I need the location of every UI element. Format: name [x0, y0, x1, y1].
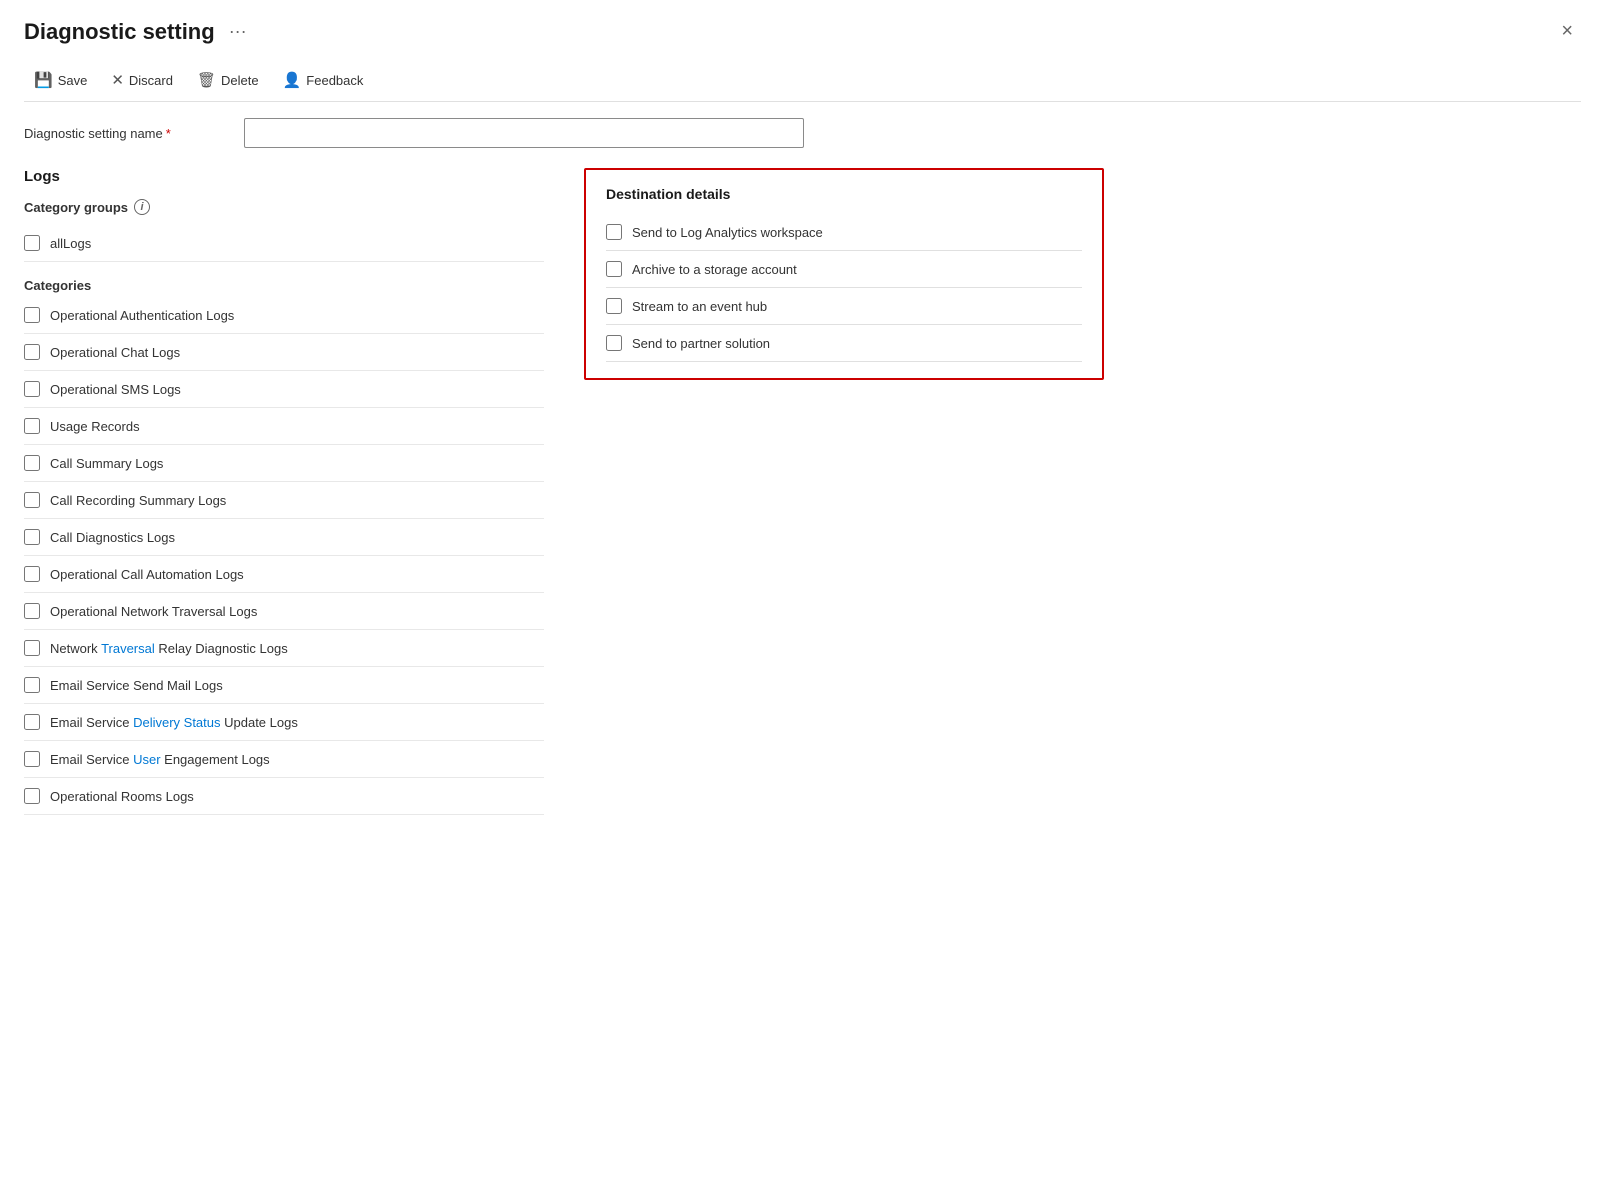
- logs-section-title: Logs: [24, 168, 544, 185]
- list-item: Usage Records: [24, 408, 544, 445]
- cat5-checkbox[interactable]: [24, 455, 40, 471]
- categories-section: Categories Operational Authentication Lo…: [24, 278, 544, 815]
- diagnostic-name-input[interactable]: [244, 118, 804, 148]
- list-item: Operational Rooms Logs: [24, 778, 544, 815]
- list-item: Operational SMS Logs: [24, 371, 544, 408]
- all-logs-label[interactable]: allLogs: [50, 236, 91, 251]
- cat2-checkbox[interactable]: [24, 344, 40, 360]
- cat2-label: Operational Chat Logs: [50, 345, 180, 360]
- destination-details-box: Destination details Send to Log Analytic…: [584, 168, 1104, 380]
- required-star: *: [166, 126, 171, 141]
- discard-icon: ✕: [111, 71, 124, 89]
- save-icon: 💾: [34, 71, 53, 89]
- dest2-checkbox[interactable]: [606, 261, 622, 277]
- dest4-checkbox[interactable]: [606, 335, 622, 351]
- cat7-checkbox[interactable]: [24, 529, 40, 545]
- dest3-item: Stream to an event hub: [606, 288, 1082, 325]
- list-item: Email Service User Engagement Logs: [24, 741, 544, 778]
- toolbar: 💾 Save ✕ Discard 🗑 Delete 👤 Feedback: [24, 59, 1581, 102]
- list-item: Operational Chat Logs: [24, 334, 544, 371]
- save-label: Save: [58, 73, 88, 88]
- cat7-label: Call Diagnostics Logs: [50, 530, 175, 545]
- list-item: Operational Network Traversal Logs: [24, 593, 544, 630]
- cat6-checkbox[interactable]: [24, 492, 40, 508]
- ellipsis-button[interactable]: ···: [223, 19, 253, 44]
- cat4-checkbox[interactable]: [24, 418, 40, 434]
- list-item: Network Traversal Relay Diagnostic Logs: [24, 630, 544, 667]
- cat13-highlight: User: [133, 752, 160, 767]
- save-button[interactable]: 💾 Save: [24, 67, 97, 93]
- diagnostic-name-row: Diagnostic setting name*: [24, 118, 1581, 148]
- header: Diagnostic setting ··· ×: [24, 16, 1581, 47]
- feedback-icon: 👤: [283, 71, 302, 89]
- dest1-item: Send to Log Analytics workspace: [606, 214, 1082, 251]
- all-logs-checkbox[interactable]: [24, 235, 40, 251]
- cat4-label: Usage Records: [50, 419, 140, 434]
- delete-label: Delete: [221, 73, 259, 88]
- cat9-checkbox[interactable]: [24, 603, 40, 619]
- cat6-label: Call Recording Summary Logs: [50, 493, 226, 508]
- dest2-label[interactable]: Archive to a storage account: [632, 262, 797, 277]
- cat5-label: Call Summary Logs: [50, 456, 163, 471]
- category-groups-info-icon[interactable]: i: [134, 199, 150, 215]
- cat3-label: Operational SMS Logs: [50, 382, 181, 397]
- cat11-checkbox[interactable]: [24, 677, 40, 693]
- list-item: Email Service Delivery Status Update Log…: [24, 704, 544, 741]
- dest4-item: Send to partner solution: [606, 325, 1082, 362]
- dest4-label[interactable]: Send to partner solution: [632, 336, 770, 351]
- dest2-item: Archive to a storage account: [606, 251, 1082, 288]
- list-item: Email Service Send Mail Logs: [24, 667, 544, 704]
- discard-button[interactable]: ✕ Discard: [101, 67, 183, 93]
- cat13-label: Email Service User Engagement Logs: [50, 752, 270, 767]
- main-content: Logs Category groups i allLogs Categorie…: [24, 168, 1581, 815]
- list-item: Call Recording Summary Logs: [24, 482, 544, 519]
- dest1-label[interactable]: Send to Log Analytics workspace: [632, 225, 823, 240]
- delete-icon: 🗑: [197, 71, 216, 89]
- category-groups-header: Category groups i: [24, 199, 544, 215]
- cat3-checkbox[interactable]: [24, 381, 40, 397]
- cat8-label: Operational Call Automation Logs: [50, 567, 244, 582]
- destination-panel: Destination details Send to Log Analytic…: [584, 168, 1104, 815]
- dest3-label[interactable]: Stream to an event hub: [632, 299, 767, 314]
- dest1-checkbox[interactable]: [606, 224, 622, 240]
- close-button[interactable]: ×: [1553, 16, 1581, 47]
- delete-button[interactable]: 🗑 Delete: [187, 67, 269, 93]
- cat13-checkbox[interactable]: [24, 751, 40, 767]
- cat1-checkbox[interactable]: [24, 307, 40, 323]
- list-item: Call Summary Logs: [24, 445, 544, 482]
- list-item: Operational Authentication Logs: [24, 297, 544, 334]
- cat14-label: Operational Rooms Logs: [50, 789, 194, 804]
- cat10-label: Network Traversal Relay Diagnostic Logs: [50, 641, 288, 656]
- page-title: Diagnostic setting: [24, 19, 215, 45]
- discard-label: Discard: [129, 73, 173, 88]
- categories-label: Categories: [24, 278, 544, 293]
- all-logs-item: allLogs: [24, 225, 544, 262]
- list-item: Operational Call Automation Logs: [24, 556, 544, 593]
- feedback-button[interactable]: 👤 Feedback: [273, 67, 374, 93]
- cat12-label: Email Service Delivery Status Update Log…: [50, 715, 298, 730]
- destination-details-title: Destination details: [606, 186, 1082, 202]
- list-item: Call Diagnostics Logs: [24, 519, 544, 556]
- cat12-checkbox[interactable]: [24, 714, 40, 730]
- page-container: Diagnostic setting ··· × 💾 Save ✕ Discar…: [0, 0, 1605, 1187]
- dest3-checkbox[interactable]: [606, 298, 622, 314]
- cat8-checkbox[interactable]: [24, 566, 40, 582]
- diagnostic-name-label: Diagnostic setting name*: [24, 126, 244, 141]
- cat14-checkbox[interactable]: [24, 788, 40, 804]
- cat10-highlight: Traversal: [101, 641, 155, 656]
- header-left: Diagnostic setting ···: [24, 19, 253, 45]
- cat12-highlight: Delivery Status: [133, 715, 220, 730]
- cat10-checkbox[interactable]: [24, 640, 40, 656]
- logs-panel: Logs Category groups i allLogs Categorie…: [24, 168, 544, 815]
- cat1-label: Operational Authentication Logs: [50, 308, 234, 323]
- category-groups-section: Category groups i allLogs: [24, 199, 544, 262]
- cat11-label: Email Service Send Mail Logs: [50, 678, 223, 693]
- cat9-label: Operational Network Traversal Logs: [50, 604, 257, 619]
- feedback-label: Feedback: [306, 73, 363, 88]
